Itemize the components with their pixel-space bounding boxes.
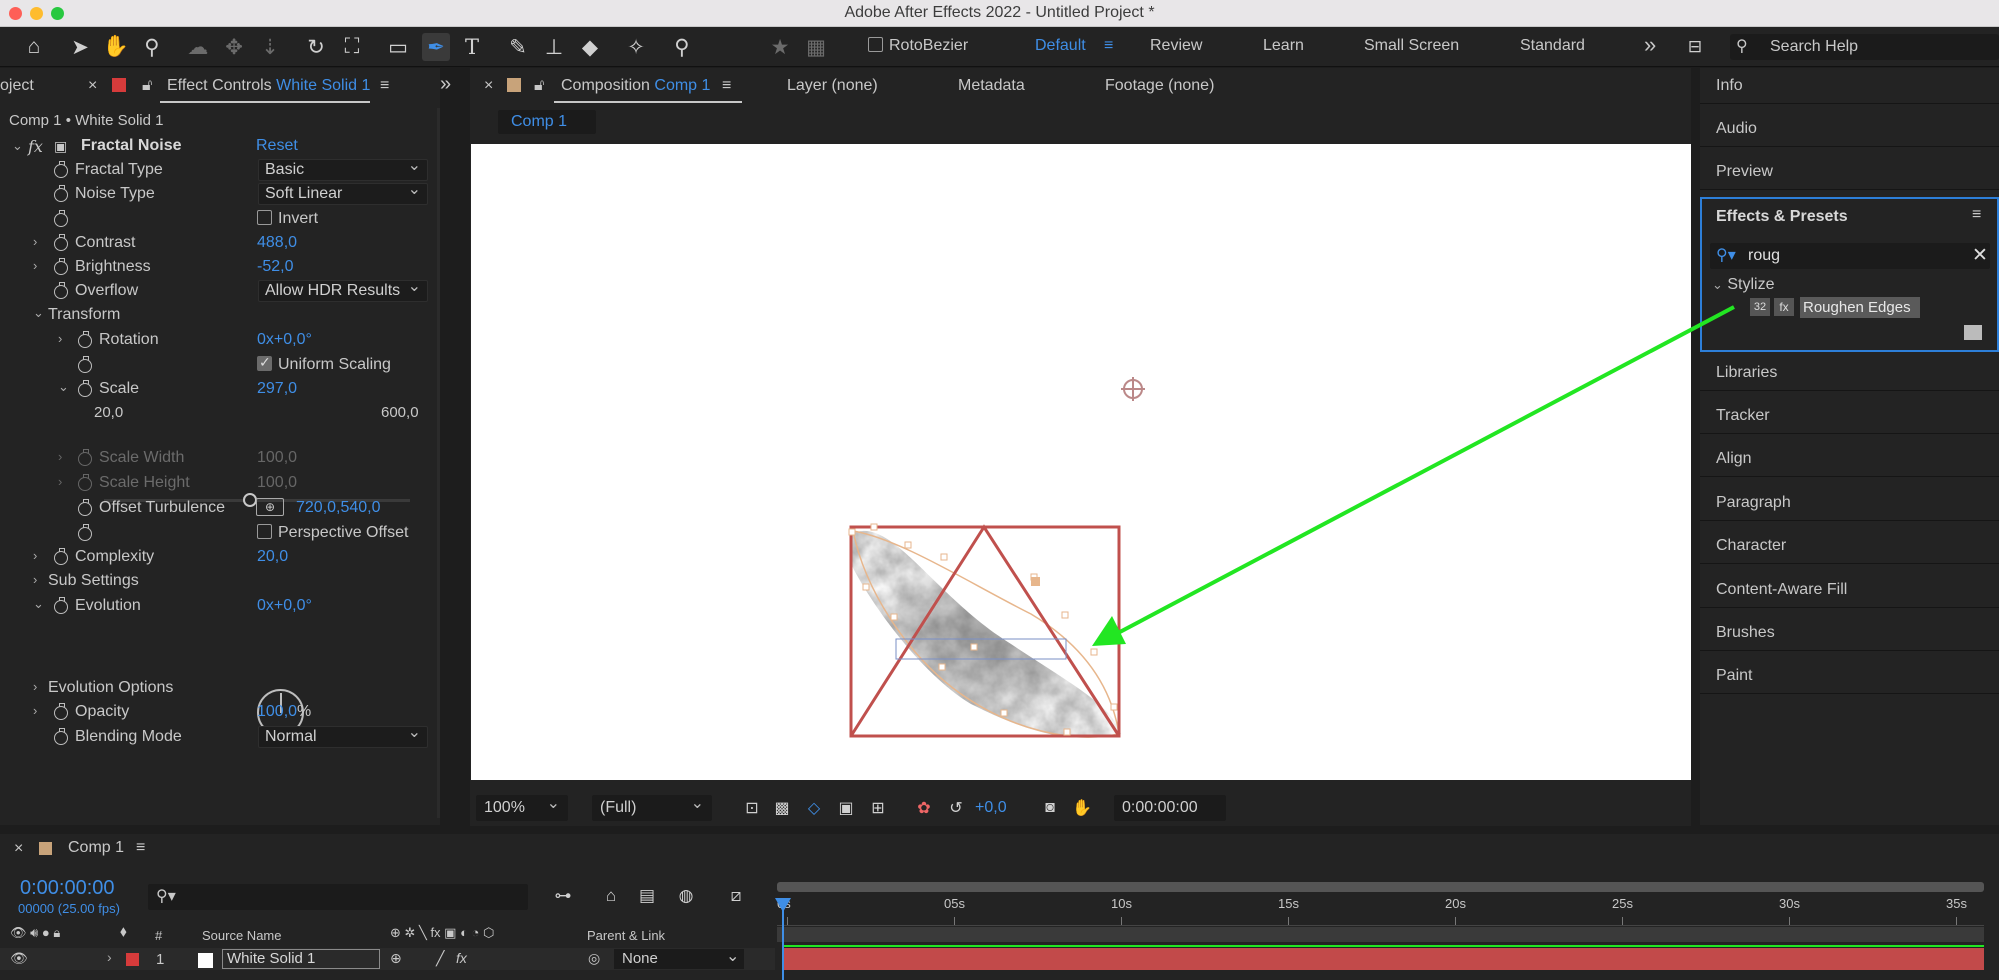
layer-in-out-line	[783, 945, 1984, 947]
solid-swatch	[198, 953, 213, 968]
annotation-arrow	[1092, 305, 1735, 646]
timeline-search-field[interactable]: ⚲▾	[148, 884, 528, 910]
frame-blending-icon[interactable]: ▤	[633, 882, 661, 910]
ruler-tick-label: 20s	[1445, 896, 1466, 911]
composition-swatch	[39, 842, 52, 855]
layer-row[interactable]: 👁︎ › 1 White Solid 1 ⊕ ╱ fx ◎ None ⌄	[0, 948, 775, 970]
graph-editor-icon[interactable]: ⧄	[722, 882, 750, 910]
ruler-tick-mark	[1956, 917, 1957, 925]
timeline-frame-count: 00000 (25.00 fps)	[18, 901, 120, 916]
ruler-tick-label: 30s	[1779, 896, 1800, 911]
timeline-tab[interactable]: Comp 1	[68, 839, 124, 857]
ruler-tick-mark	[1455, 917, 1456, 925]
ruler-tick-mark	[1288, 917, 1289, 925]
parent-link-column[interactable]: Parent & Link	[587, 928, 665, 943]
layer-duration-bar[interactable]	[783, 948, 1984, 970]
ruler-tick-mark	[1121, 917, 1122, 925]
parent-dropdown[interactable]: None ⌄	[614, 948, 744, 969]
quality-switch-icon[interactable]: ╱	[436, 950, 444, 967]
panel-menu-icon[interactable]: ≡	[136, 839, 145, 857]
composition-flowchart-icon[interactable]: ⊶	[549, 882, 577, 910]
ruler-tick-label: 05s	[944, 896, 965, 911]
label-column-icon: ⬧	[120, 923, 127, 940]
effect-switch-icon[interactable]: fx	[456, 950, 467, 966]
ruler-tick-label: 35s	[1946, 896, 1967, 911]
chevron-down-icon: ⌄	[726, 948, 740, 965]
ruler-tick-mark	[787, 917, 788, 925]
timeline-panel: × Comp 1 ≡ 0:00:00:00 00000 (25.00 fps) …	[0, 834, 1999, 980]
layer-name-field[interactable]: White Solid 1	[222, 949, 380, 969]
visibility-column-icon: 👁︎ 🔊︎ ● 🔒︎	[10, 925, 61, 940]
visibility-eye-icon[interactable]: 👁︎	[10, 950, 28, 967]
draft-3d-icon[interactable]: ⌂	[597, 882, 625, 910]
shy-switch-icon[interactable]: ⊕	[390, 950, 402, 967]
ruler-tick-label: 25s	[1612, 896, 1633, 911]
switches-column-icons: ⊕ ✲ ╲ fx ▣ ◐ ◔ ⬡	[390, 925, 495, 940]
source-name-column[interactable]: Source Name	[202, 928, 281, 943]
work-area-bar[interactable]	[777, 882, 1984, 892]
playhead-handle[interactable]	[775, 898, 791, 912]
time-ruler[interactable]: 0s05s10s15s20s25s30s35s	[777, 894, 1984, 926]
ruler-tick-label: 15s	[1278, 896, 1299, 911]
chevron-right-icon[interactable]: ›	[107, 949, 112, 965]
close-tab-icon[interactable]: ×	[14, 840, 23, 858]
timeline-current-time[interactable]: 0:00:00:00	[20, 877, 115, 900]
layer-label-color[interactable]	[126, 953, 139, 966]
search-icon: ⚲▾	[156, 888, 176, 905]
pick-whip-icon[interactable]: ◎	[588, 950, 600, 967]
ruler-tick-mark	[1789, 917, 1790, 925]
motion-blur-icon[interactable]: ◍	[672, 882, 700, 910]
time-navigator[interactable]	[777, 927, 1984, 942]
ruler-tick-label: 10s	[1111, 896, 1132, 911]
ruler-tick-mark	[954, 917, 955, 925]
ruler-tick-mark	[1622, 917, 1623, 925]
